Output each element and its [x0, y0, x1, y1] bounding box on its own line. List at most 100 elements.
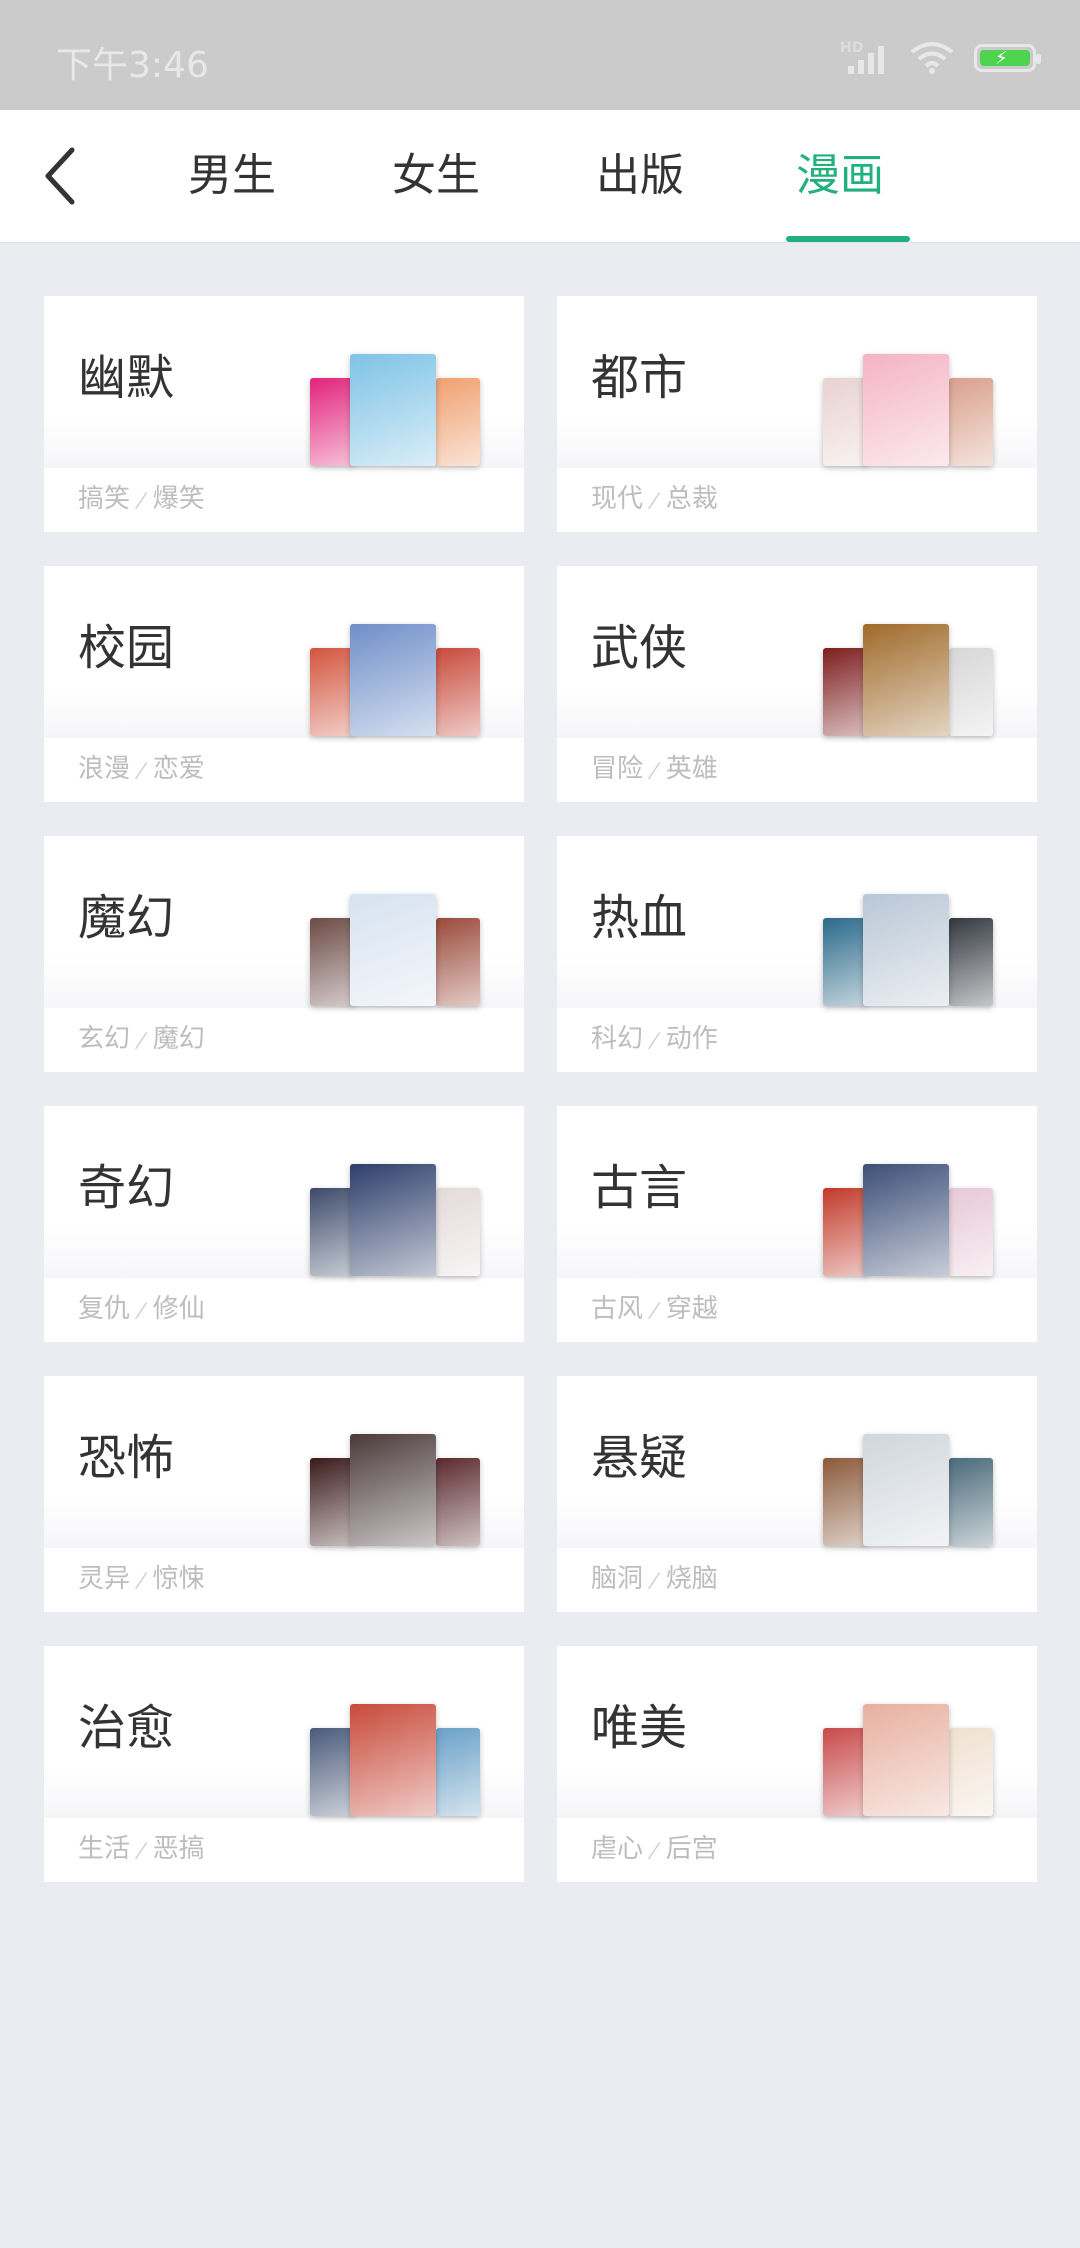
comic-cover-image [350, 624, 436, 736]
category-title: 都市 [591, 350, 688, 406]
category-card[interactable]: 唯美虐心 / 后宫 [557, 1646, 1037, 1882]
category-tag: 惊悚 [152, 1564, 205, 1594]
category-covers [823, 894, 993, 1006]
comic-cover-image [823, 1458, 867, 1546]
category-title: 热血 [591, 890, 688, 946]
category-card[interactable]: 治愈生活 / 恶搞 [44, 1646, 524, 1882]
comic-cover-image [310, 1728, 354, 1816]
category-tag: 修仙 [152, 1294, 205, 1324]
comic-cover-image [949, 378, 993, 466]
category-covers [310, 624, 480, 736]
comic-cover-image [949, 1458, 993, 1546]
category-card[interactable]: 恐怖灵异 / 惊悚 [44, 1376, 524, 1612]
comic-cover-image [436, 1728, 480, 1816]
category-tags: 灵异 / 惊悚 [78, 1558, 205, 1595]
category-card[interactable]: 悬疑脑洞 / 烧脑 [557, 1376, 1037, 1612]
category-card[interactable]: 都市现代 / 总裁 [557, 296, 1037, 532]
comic-cover-image [350, 1164, 436, 1276]
category-card[interactable]: 校园 浪漫 / 恋爱 [44, 566, 524, 802]
comic-cover-image [863, 1164, 949, 1276]
category-tag: 浪漫 [78, 754, 131, 784]
category-tags: 科幻 / 动作 [591, 1018, 718, 1055]
category-card[interactable]: 魔幻 玄幻 / 魔幻 [44, 836, 524, 1072]
category-title: 唯美 [591, 1700, 688, 1756]
category-tag: 现代 [591, 484, 644, 514]
tag-separator: / [646, 1568, 663, 1592]
category-tag: 总裁 [665, 484, 718, 514]
comic-cover-image [436, 918, 480, 1006]
category-tags: 古风 / 穿越 [591, 1288, 718, 1325]
comic-cover-image [350, 1434, 436, 1546]
tag-separator: / [646, 1838, 663, 1862]
comic-cover-image [310, 918, 354, 1006]
category-card[interactable]: 幽默 搞笑 / 爆笑 [44, 296, 524, 532]
category-tag: 爆笑 [152, 484, 205, 514]
category-tag: 英雄 [665, 754, 718, 784]
status-time: 下午3:46 [56, 45, 209, 86]
signal-icon [848, 46, 884, 74]
category-tag: 灵异 [78, 1564, 131, 1594]
comic-cover-image [949, 1728, 993, 1816]
tab-female[interactable]: 女生 [366, 110, 506, 242]
category-tags: 冒险 / 英雄 [591, 748, 718, 785]
category-tags: 虐心 / 后宫 [591, 1828, 718, 1865]
comic-cover-image [436, 378, 480, 466]
tab-label: 男生 [188, 150, 276, 201]
comic-cover-image [310, 1458, 354, 1546]
status-bar: 下午3:46 HD ⚡ [0, 0, 1080, 110]
category-title: 悬疑 [591, 1430, 688, 1486]
wifi-icon [910, 42, 954, 74]
comic-cover-image [350, 894, 436, 1006]
category-covers [310, 1434, 480, 1546]
category-tags: 现代 / 总裁 [591, 478, 718, 515]
tab-male[interactable]: 男生 [162, 110, 302, 242]
category-tag: 冒险 [591, 754, 644, 784]
category-nav-bar: 男生 女生 出版 漫画 [0, 110, 1080, 243]
category-title: 治愈 [78, 1700, 175, 1756]
comic-cover-image [310, 1188, 354, 1276]
comic-cover-image [863, 624, 949, 736]
category-tag: 后宫 [665, 1834, 718, 1864]
comic-cover-image [823, 1188, 867, 1276]
category-card[interactable]: 热血科幻 / 动作 [557, 836, 1037, 1072]
tag-separator: / [646, 488, 663, 512]
category-tags: 玄幻 / 魔幻 [78, 1018, 205, 1055]
tag-separator: / [646, 1298, 663, 1322]
category-tags: 复仇 / 修仙 [78, 1288, 205, 1325]
tab-label: 漫画 [796, 150, 884, 201]
chevron-left-icon [45, 147, 75, 205]
comic-cover-image [436, 1188, 480, 1276]
category-tag: 恶搞 [152, 1834, 205, 1864]
category-tag: 魔幻 [152, 1024, 205, 1054]
tab-label: 女生 [392, 150, 480, 201]
category-title: 校园 [78, 620, 175, 676]
comic-cover-image [436, 648, 480, 736]
category-tag: 恋爱 [152, 754, 205, 784]
category-tag: 穿越 [665, 1294, 718, 1324]
category-card[interactable]: 奇幻 复仇 / 修仙 [44, 1106, 524, 1342]
category-title: 恐怖 [78, 1430, 175, 1486]
category-tag: 烧脑 [665, 1564, 718, 1594]
category-tag: 动作 [665, 1024, 718, 1054]
tag-separator: / [133, 488, 150, 512]
category-card[interactable]: 武侠 冒险 / 英雄 [557, 566, 1037, 802]
comic-cover-image [823, 918, 867, 1006]
category-title: 幽默 [78, 350, 175, 406]
category-title: 古言 [591, 1160, 688, 1216]
category-covers [823, 354, 993, 466]
back-button[interactable] [30, 138, 100, 214]
active-tab-indicator [786, 236, 910, 242]
tag-separator: / [133, 1298, 150, 1322]
category-tag: 脑洞 [591, 1564, 644, 1594]
tag-separator: / [133, 1838, 150, 1862]
category-card[interactable]: 古言古风 / 穿越 [557, 1106, 1037, 1342]
category-covers [310, 1704, 480, 1816]
category-tags: 生活 / 恶搞 [78, 1828, 205, 1865]
category-tag: 复仇 [78, 1294, 131, 1324]
tab-publish[interactable]: 出版 [570, 110, 710, 242]
tag-separator: / [133, 1568, 150, 1592]
tag-separator: / [646, 1028, 663, 1052]
tab-comics[interactable]: 漫画 [770, 110, 910, 242]
category-tag: 科幻 [591, 1024, 644, 1054]
comic-cover-image [949, 1188, 993, 1276]
